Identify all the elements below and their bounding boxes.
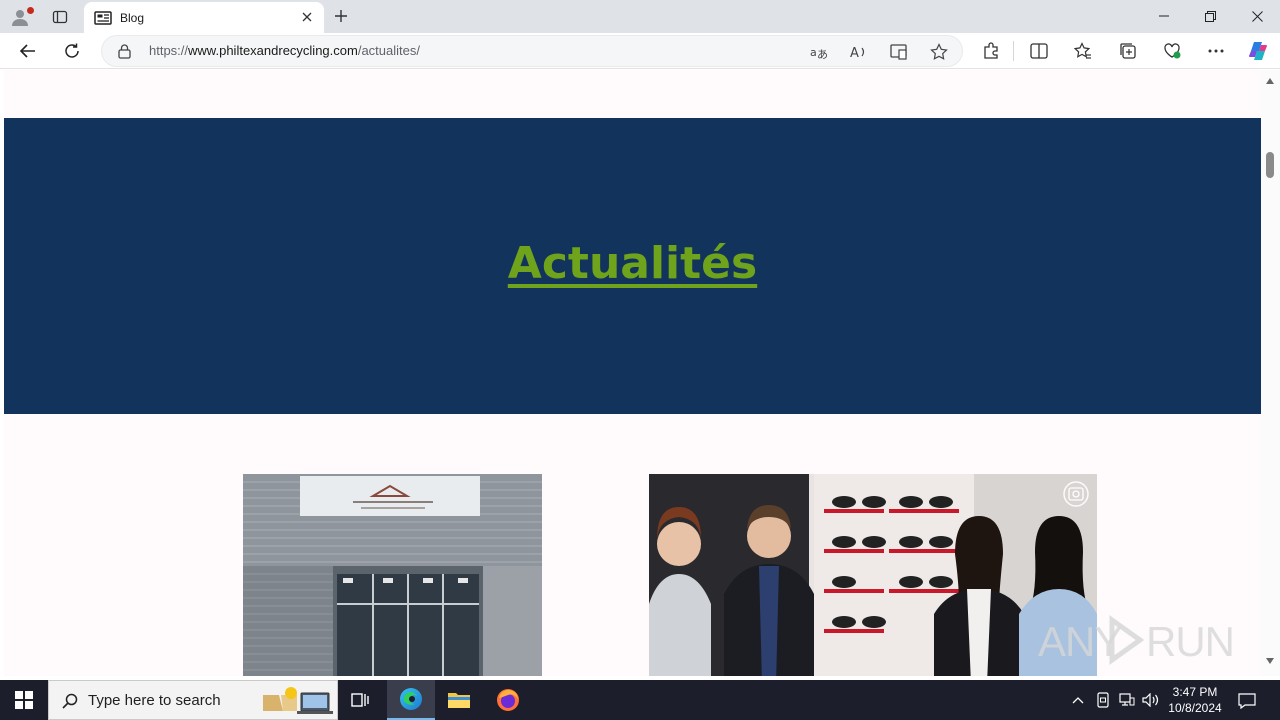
browser-tab-strip: Blog — [0, 0, 1280, 33]
url-text[interactable]: https://www.philtexandrecycling.com/actu… — [149, 43, 420, 58]
browser-essentials-icon[interactable] — [1158, 37, 1186, 65]
windows-taskbar: Type here to search 3:47 PM 10/8/2024 — [0, 680, 1280, 720]
split-screen-icon[interactable] — [1025, 37, 1053, 65]
scroll-up-arrow-icon[interactable] — [1265, 76, 1275, 86]
taskbar-clock[interactable]: 3:47 PM 10/8/2024 — [1164, 684, 1226, 716]
volume-icon[interactable] — [1141, 690, 1161, 710]
network-icon[interactable] — [1117, 690, 1137, 710]
svg-text:あ: あ — [817, 48, 828, 60]
profile-notification-dot — [27, 7, 34, 14]
scroll-down-arrow-icon[interactable] — [1265, 656, 1275, 666]
clock-date: 10/8/2024 — [1168, 701, 1222, 715]
clock-time: 3:47 PM — [1172, 685, 1218, 699]
chevron-up-icon[interactable] — [1068, 690, 1088, 710]
copilot-icon[interactable] — [1244, 37, 1272, 65]
tab-title: Blog — [120, 10, 145, 25]
store-front-image[interactable] — [243, 474, 542, 676]
svg-text:A: A — [850, 46, 859, 60]
news-icon — [94, 9, 112, 27]
page-title[interactable]: Actualités — [4, 238, 1261, 289]
translate-icon[interactable]: aあ — [807, 40, 831, 64]
svg-text:a: a — [810, 46, 817, 59]
edge-taskbar-icon[interactable] — [387, 680, 435, 720]
toolbar-separator — [1013, 41, 1014, 61]
extensions-icon[interactable] — [977, 37, 1005, 65]
scroll-thumb[interactable] — [1266, 152, 1274, 178]
device-icon[interactable] — [1093, 690, 1113, 710]
minimize-button[interactable] — [1141, 0, 1187, 32]
file-explorer-icon[interactable] — [435, 680, 483, 720]
back-arrow-icon[interactable] — [14, 37, 42, 65]
read-aloud-icon[interactable]: A — [847, 40, 871, 64]
tab-blog[interactable]: Blog — [84, 2, 324, 33]
url-host: www.philtexandrecycling.com — [188, 43, 358, 58]
url-scheme: https:// — [149, 43, 189, 58]
favorite-star-icon[interactable] — [927, 40, 951, 64]
notification-center-icon[interactable] — [1236, 690, 1258, 712]
team-photo-image[interactable] — [649, 474, 1097, 676]
svg-text:RUN: RUN — [1146, 618, 1234, 665]
url-path: /actualites/ — [357, 43, 420, 58]
search-placeholder: Type here to search — [88, 692, 221, 709]
taskbar-search-box[interactable]: Type here to search — [48, 680, 338, 720]
anyrun-watermark: ANY RUN — [1038, 608, 1238, 670]
browser-toolbar: https://www.philtexandrecycling.com/actu… — [0, 33, 1280, 69]
page-viewport: Actualités — [4, 70, 1261, 676]
refresh-icon[interactable] — [58, 37, 86, 65]
task-view-icon[interactable] — [336, 680, 384, 720]
search-icon — [61, 692, 79, 710]
immersive-reader-icon[interactable] — [887, 40, 911, 64]
start-button[interactable] — [0, 680, 48, 720]
collections-icon[interactable] — [1114, 37, 1142, 65]
hero-banner: Actualités — [4, 118, 1261, 414]
restore-button[interactable] — [1187, 0, 1233, 32]
search-highlight-icon — [261, 685, 333, 717]
page-scrollbar[interactable] — [1261, 70, 1280, 676]
lock-icon[interactable] — [116, 43, 132, 59]
profile-avatar-icon[interactable] — [8, 5, 34, 29]
address-bar[interactable]: https://www.philtexandrecycling.com/actu… — [101, 35, 963, 67]
firefox-icon[interactable] — [484, 680, 532, 720]
close-tab-icon[interactable] — [298, 8, 316, 26]
favorites-icon[interactable] — [1069, 37, 1097, 65]
close-window-button[interactable] — [1234, 0, 1280, 32]
tab-actions-icon[interactable] — [48, 5, 72, 29]
more-options-icon[interactable] — [1202, 37, 1230, 65]
new-tab-button[interactable] — [330, 5, 352, 27]
